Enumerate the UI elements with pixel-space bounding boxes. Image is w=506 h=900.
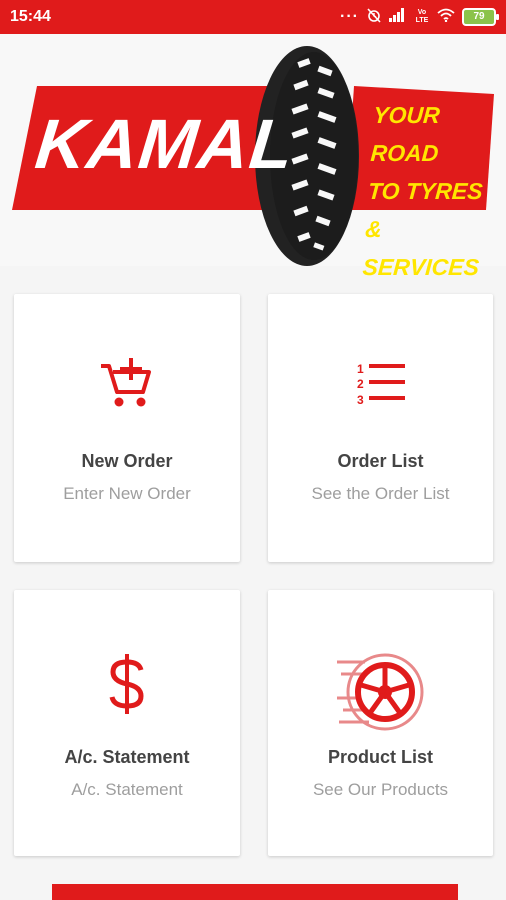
- svg-text:3: 3: [357, 393, 364, 407]
- wifi-icon: [437, 8, 455, 27]
- tagline-line: YOUR ROAD: [369, 102, 441, 166]
- product-list-card[interactable]: Product List See Our Products: [268, 590, 493, 856]
- volte-icon: Vo LTE: [415, 9, 429, 24]
- order-list-card[interactable]: 1 2 3 Order List See the Order List: [268, 294, 493, 562]
- card-subtitle: A/c. Statement: [71, 780, 183, 799]
- svg-text:1: 1: [357, 362, 364, 376]
- brand-logo: KAMAL YOUR ROAD TO TYRES & SERVICES: [0, 34, 506, 280]
- bottom-action-bar[interactable]: [52, 884, 458, 900]
- card-subtitle: See the Order List: [311, 484, 450, 503]
- speeding-wheel-icon: [268, 652, 493, 737]
- card-title: A/c. Statement: [64, 747, 190, 767]
- card-subtitle: See Our Products: [312, 780, 449, 799]
- header-banner: KAMAL YOUR ROAD TO TYRES & SERVICES: [0, 34, 506, 280]
- tagline-line: TO TYRES &: [364, 178, 484, 242]
- dollar-icon: [14, 652, 240, 721]
- signal-icon: [389, 7, 407, 27]
- brand-name: KAMAL: [31, 105, 298, 183]
- tagline-line: SERVICES: [361, 254, 480, 280]
- battery-icon: 79: [462, 8, 499, 26]
- svg-text:2: 2: [357, 377, 364, 391]
- ac-statement-card[interactable]: A/c. Statement A/c. Statement: [14, 590, 240, 856]
- card-title: New Order: [81, 451, 173, 471]
- brand-tagline: YOUR ROAD TO TYRES & SERVICES: [361, 96, 498, 286]
- alarm-off-icon: [366, 7, 382, 28]
- card-title: Order List: [337, 451, 424, 471]
- status-bar: 15:44 ··· Vo LTE 79: [0, 0, 506, 34]
- more-dots-icon: ···: [340, 8, 359, 25]
- add-to-cart-icon: [14, 356, 240, 417]
- status-time: 15:44: [10, 8, 51, 25]
- numbered-list-icon: 1 2 3: [268, 356, 493, 417]
- card-subtitle: Enter New Order: [63, 484, 191, 503]
- new-order-card[interactable]: New Order Enter New Order: [14, 294, 240, 562]
- status-icons: ··· Vo LTE 79: [340, 7, 499, 28]
- card-title: Product List: [327, 747, 433, 767]
